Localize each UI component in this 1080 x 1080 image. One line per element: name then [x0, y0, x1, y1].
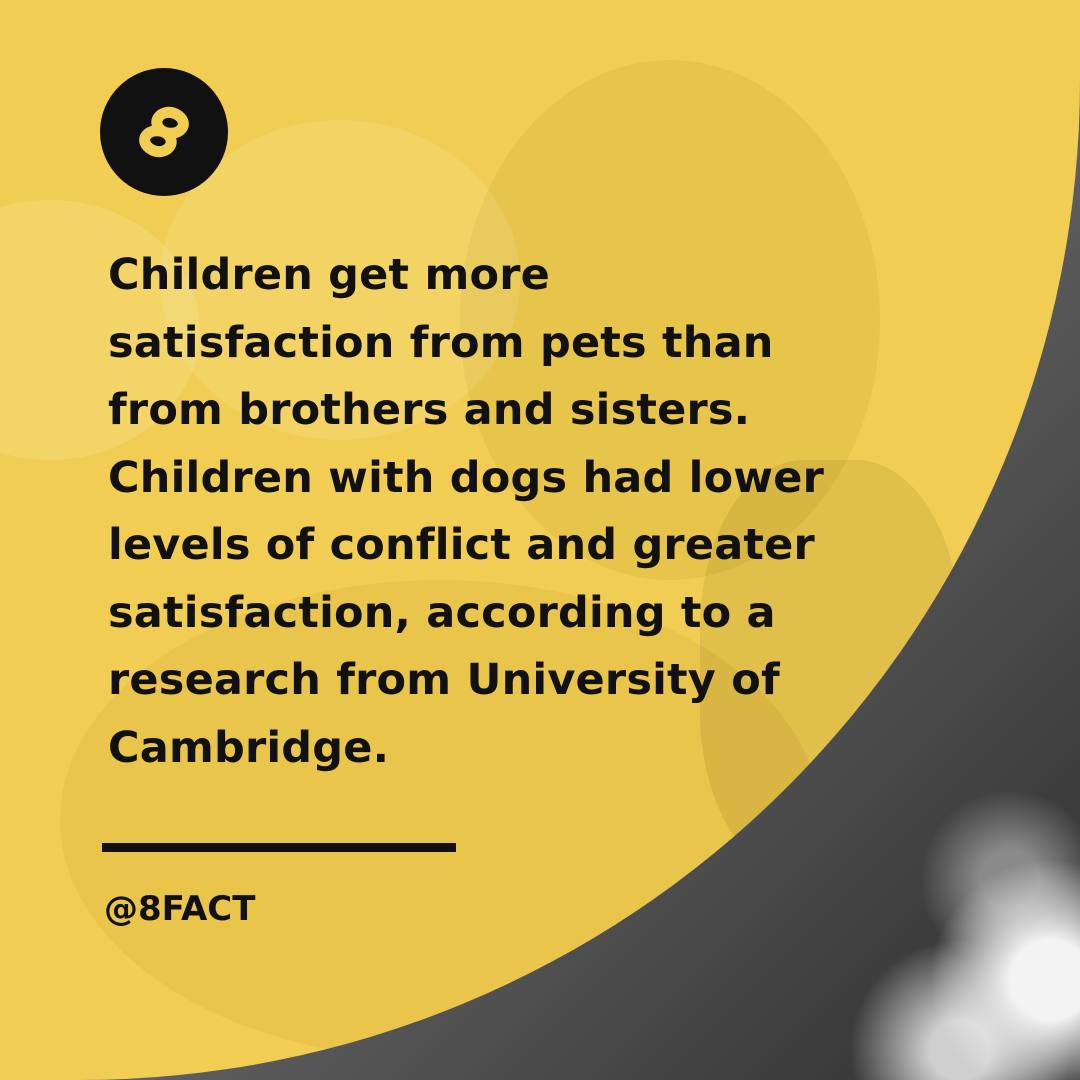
headline-line: Cambridge. — [108, 722, 390, 773]
post-canvas: Children get more satisfaction from pets… — [0, 0, 1080, 1080]
divider-rule — [102, 843, 456, 852]
fact-headline: Children get more satisfaction from pets… — [108, 242, 908, 782]
headline-line: satisfaction, according to a — [108, 587, 776, 638]
brand-logo — [100, 68, 228, 196]
headline-line: satisfaction from pets than — [108, 317, 774, 368]
headline-line: Children with dogs had lower — [108, 452, 825, 503]
headline-line: levels of conflict and greater — [108, 520, 815, 570]
infinity-8-icon — [139, 106, 189, 158]
headline-line: from brothers and sisters. — [108, 385, 751, 435]
brand-handle: @8FACT — [104, 889, 256, 929]
headline-line: research from University of — [108, 655, 780, 705]
headline-line: Children get more — [108, 250, 550, 300]
